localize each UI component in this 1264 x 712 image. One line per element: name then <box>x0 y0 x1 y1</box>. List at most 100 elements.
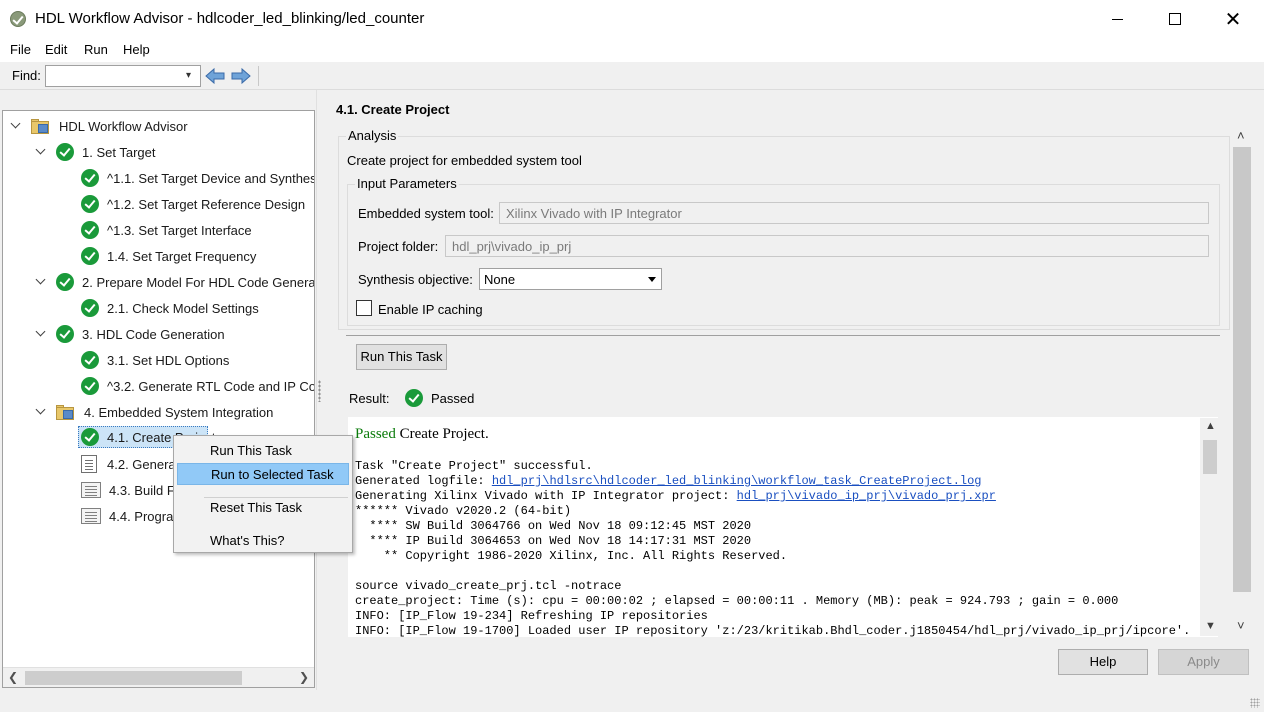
tree-label: 3. HDL Code Generation <box>82 326 225 342</box>
log-lines: Task "Create Project" successful. Generat… <box>355 459 1190 637</box>
passed-check-icon <box>81 195 99 213</box>
synthesis-objective-label: Synthesis objective: <box>358 272 473 287</box>
menu-item-whats-this[interactable]: What's This? <box>177 530 349 552</box>
maximize-button[interactable] <box>1146 0 1204 38</box>
tree-item-hdl-code-gen[interactable]: 3. HDL Code Generation <box>56 323 225 345</box>
menu-run[interactable]: Run <box>84 42 108 57</box>
log-heading: Passed Create Project. <box>355 426 489 443</box>
log-line: Generated logfile: hdl_prj\hdlsrc\hdlcod… <box>355 474 1190 489</box>
expand-2-icon[interactable] <box>35 275 47 287</box>
menu-edit[interactable]: Edit <box>45 42 67 57</box>
tree-label: ^1.3. Set Target Interface <box>107 222 252 238</box>
panel-vertical-scrollbar[interactable]: ˄ ˅ <box>1232 126 1252 638</box>
maximize-icon <box>1169 13 1181 25</box>
expand-3-icon[interactable] <box>35 327 47 339</box>
back-arrow-icon[interactable] <box>204 67 226 85</box>
tree-root[interactable]: HDL Workflow Advisor <box>31 115 188 137</box>
tree-horizontal-scrollbar[interactable]: ❮ ❯ <box>3 667 314 687</box>
synthesis-objective-select[interactable]: None <box>479 268 662 290</box>
expand-1-icon[interactable] <box>35 145 47 157</box>
expand-root-icon[interactable] <box>10 119 22 131</box>
log-line: **** SW Build 3064766 on Wed Nov 18 09:1… <box>355 519 752 533</box>
tree-item-1-3[interactable]: ^1.3. Set Target Interface <box>81 219 252 241</box>
find-dropdown-icon[interactable]: ▾ <box>186 70 191 81</box>
analysis-legend: Analysis <box>346 128 399 143</box>
find-input[interactable] <box>45 65 201 87</box>
log-vertical-scrollbar[interactable]: ▲ ▼ <box>1200 418 1218 636</box>
tree-item-set-target[interactable]: 1. Set Target <box>56 141 155 163</box>
scroll-left-icon[interactable]: ❮ <box>8 670 18 684</box>
tree-item-1-4[interactable]: 1.4. Set Target Frequency <box>81 245 256 267</box>
log-line-prefix: Generating Xilinx Vivado with IP Integra… <box>355 489 737 503</box>
tree-item-embedded-system[interactable]: 4. Embedded System Integration <box>56 401 273 423</box>
tree-item-1-2[interactable]: ^1.2. Set Target Reference Design <box>81 193 305 215</box>
log-line: ****** Vivado v2020.2 (64-bit) <box>355 504 572 518</box>
tree-item-3-2[interactable]: ^3.2. Generate RTL Code and IP Core <box>81 375 314 397</box>
log-line: **** IP Build 3064653 on Wed Nov 18 14:1… <box>355 534 752 548</box>
embedded-tool-label: Embedded system tool: <box>358 206 494 221</box>
log-heading-text: Create Project. <box>395 426 489 442</box>
menu-item-run-this-task[interactable]: Run This Task <box>177 440 349 462</box>
log-line: ** Copyright 1986-2020 Xilinx, Inc. All … <box>355 549 788 563</box>
chevron-down-icon[interactable]: ˅ <box>1237 618 1245 633</box>
ip-caching-checkbox[interactable] <box>356 300 372 316</box>
embedded-tool-field: Xilinx Vivado with IP Integrator <box>499 202 1209 224</box>
task-document-icon <box>81 455 97 473</box>
passed-check-icon <box>81 247 99 265</box>
tree-item-prepare-model[interactable]: 2. Prepare Model For HDL Code Generation <box>56 271 314 293</box>
section-divider <box>346 335 1220 336</box>
tree-label: HDL Workflow Advisor <box>59 118 188 134</box>
ip-caching-label: Enable IP caching <box>378 302 483 317</box>
log-line: INFO: [IP_Flow 19-1700] Loaded user IP r… <box>355 624 1191 637</box>
tree-label: 1. Set Target <box>82 144 156 160</box>
title-bar: HDL Workflow Advisor - hdlcoder_led_blin… <box>0 0 1264 38</box>
result-status: Passed <box>431 391 475 406</box>
scroll-right-icon[interactable]: ❯ <box>299 670 309 684</box>
log-line: source vivado_create_prj.tcl -notrace <box>355 579 622 593</box>
log-line: INFO: [IP_Flow 19-234] Refreshing IP rep… <box>355 609 708 623</box>
tree-label: ^1.1. Set Target Device and Synthesis To… <box>107 170 314 186</box>
menu-help[interactable]: Help <box>123 42 150 57</box>
folder-icon <box>31 117 51 135</box>
run-this-task-button[interactable]: Run This Task <box>356 344 447 370</box>
menu-file[interactable]: File <box>10 42 31 57</box>
menu-item-run-to-selected-task[interactable]: Run to Selected Task <box>177 463 349 485</box>
logfile-link[interactable]: hdl_prj\hdlsrc\hdlcoder_led_blinking\wor… <box>492 474 982 488</box>
passed-check-icon <box>81 351 99 369</box>
tree-label: ^1.2. Set Target Reference Design <box>107 196 306 212</box>
project-link[interactable]: hdl_prj\vivado_ip_prj\vivado_prj.xpr <box>737 489 996 503</box>
log-line: Task "Create Project" successful. <box>355 459 593 473</box>
scroll-up-icon[interactable]: ▲ <box>1205 420 1216 432</box>
scroll-thumb[interactable] <box>25 671 242 685</box>
task-tree: HDL Workflow Advisor 1. Set Target ^1.1.… <box>2 110 315 688</box>
menu-item-reset-this-task[interactable]: Reset This Task <box>177 497 349 519</box>
tree-item-2-1[interactable]: 2.1. Check Model Settings <box>81 297 259 319</box>
scroll-down-icon[interactable]: ▼ <box>1205 620 1216 632</box>
chevron-down-icon <box>648 277 656 282</box>
result-label: Result: <box>349 391 390 406</box>
log-line: create_project: Time (s): cpu = 00:00:02… <box>355 594 1119 608</box>
passed-check-icon <box>56 273 74 291</box>
input-parameters-legend: Input Parameters <box>355 176 459 191</box>
tree-item-1-1[interactable]: ^1.1. Set Target Device and Synthesis To… <box>81 167 314 189</box>
minimize-button[interactable] <box>1088 0 1146 38</box>
scroll-thumb[interactable] <box>1203 440 1217 474</box>
log-line: Generating Xilinx Vivado with IP Integra… <box>355 489 1190 504</box>
task-list-icon <box>81 508 101 524</box>
forward-arrow-icon[interactable] <box>230 67 252 85</box>
help-button[interactable]: Help <box>1058 649 1148 675</box>
project-folder-label: Project folder: <box>358 239 439 254</box>
passed-check-icon <box>81 169 99 187</box>
passed-check-icon <box>81 377 99 395</box>
close-button[interactable]: ✕ <box>1204 0 1262 38</box>
apply-button[interactable]: Apply <box>1158 649 1249 675</box>
chevron-up-icon[interactable]: ˄ <box>1237 128 1245 143</box>
tree-label: 3.1. Set HDL Options <box>107 352 230 368</box>
scroll-thumb[interactable] <box>1233 147 1251 592</box>
tree-label: 4. Embedded System Integration <box>84 404 274 420</box>
tree-item-3-1[interactable]: 3.1. Set HDL Options <box>81 349 229 371</box>
expand-4-icon[interactable] <box>35 405 47 417</box>
resize-grip-icon[interactable] <box>1250 698 1260 708</box>
splitter-grip-icon[interactable] <box>318 380 321 402</box>
